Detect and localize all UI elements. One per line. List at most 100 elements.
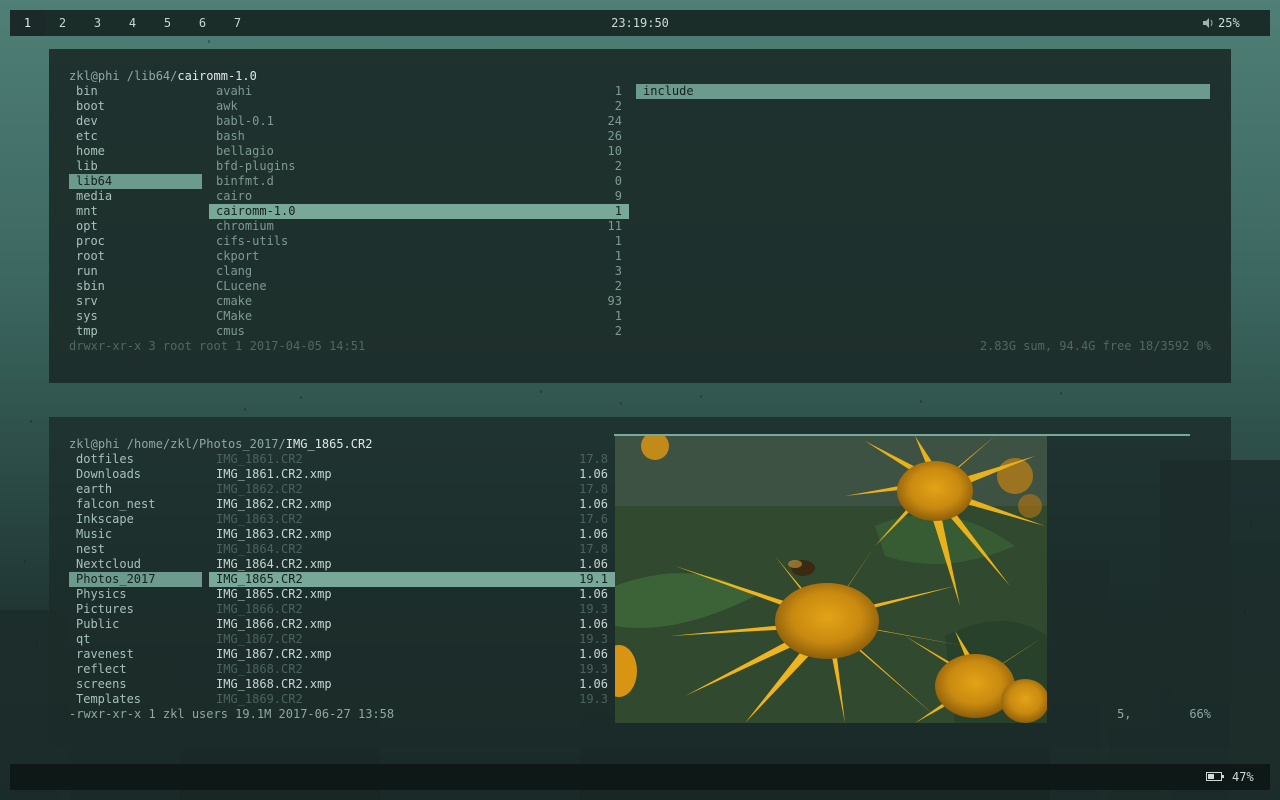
parent-dir-item[interactable]: Photos_2017 bbox=[69, 572, 202, 587]
file-name: IMG_1867.CR2.xmp bbox=[216, 647, 332, 661]
file-list-item[interactable]: CMake 1 bbox=[209, 309, 629, 324]
file-list-item[interactable]: cifs-utils 1 bbox=[209, 234, 629, 249]
file-list-item[interactable]: cmus 2 bbox=[209, 324, 629, 339]
file-list-item[interactable]: bellagio 10 bbox=[209, 144, 629, 159]
file-list-item[interactable]: bash 26 bbox=[209, 129, 629, 144]
file-list-item[interactable]: cairomm-1.0 1 bbox=[209, 204, 629, 219]
file-list-item[interactable]: IMG_1866.CR2.xmp 1.06 bbox=[209, 617, 615, 632]
file-list-item[interactable]: awk 2 bbox=[209, 99, 629, 114]
file-name: cairo bbox=[216, 189, 253, 203]
parent-dir-item[interactable]: nest bbox=[69, 542, 202, 557]
file-list-item[interactable]: cmake 93 bbox=[209, 294, 629, 309]
parent-dir-item[interactable]: dev bbox=[69, 114, 202, 129]
file-size: 10 bbox=[607, 144, 622, 158]
parent-dir-item[interactable]: Templates bbox=[69, 692, 202, 707]
parent-dir-item[interactable]: bin bbox=[69, 84, 202, 99]
parent-dir-item[interactable]: media bbox=[69, 189, 202, 204]
parent-dir-item[interactable]: srv bbox=[69, 294, 202, 309]
file-name: babl-0.1 bbox=[216, 114, 274, 128]
parent-dir-item[interactable]: Physics bbox=[69, 587, 202, 602]
speaker-icon[interactable] bbox=[1203, 18, 1215, 28]
parent-dir-item[interactable]: Public bbox=[69, 617, 202, 632]
preview-item-include[interactable]: include bbox=[636, 84, 1210, 99]
file-list-item[interactable]: CLucene 2 bbox=[209, 279, 629, 294]
parent-dir-item[interactable]: sys bbox=[69, 309, 202, 324]
file-list-item[interactable]: cairo 9 bbox=[209, 189, 629, 204]
file-list-item[interactable]: IMG_1863.CR2.xmp 1.06 bbox=[209, 527, 615, 542]
parent-dir-item[interactable]: lib bbox=[69, 159, 202, 174]
clock: 23:19:50 bbox=[611, 16, 669, 30]
parent-dir-item[interactable]: sbin bbox=[69, 279, 202, 294]
file-size: 1.06 bbox=[579, 587, 608, 601]
parent-dir-item[interactable]: falcon_nest bbox=[69, 497, 202, 512]
file-list-item[interactable]: IMG_1864.CR2.xmp 1.06 bbox=[209, 557, 615, 572]
file-size: 19.3 bbox=[579, 662, 608, 676]
file-list-item[interactable]: IMG_1868.CR2.xmp 1.06 bbox=[209, 677, 615, 692]
file-list-item[interactable]: babl-0.1 24 bbox=[209, 114, 629, 129]
parent-dir-item[interactable]: boot bbox=[69, 99, 202, 114]
path-current: cairomm-1.0 bbox=[177, 69, 257, 83]
parent-dir-item[interactable]: reflect bbox=[69, 662, 202, 677]
parent-dir-item[interactable]: proc bbox=[69, 234, 202, 249]
parent-dir-item[interactable]: earth bbox=[69, 482, 202, 497]
file-size: 1.06 bbox=[579, 467, 608, 481]
parent-dir-item[interactable]: tmp bbox=[69, 324, 202, 339]
file-name: IMG_1864.CR2 bbox=[216, 542, 303, 556]
file-list-item[interactable]: IMG_1867.CR2 19.3 bbox=[209, 632, 615, 647]
path-bar: zkl@phi /lib64/cairomm-1.0 bbox=[69, 69, 257, 84]
file-list-item[interactable]: IMG_1864.CR2 17.8 bbox=[209, 542, 615, 557]
parent-dir-item[interactable]: Downloads bbox=[69, 467, 202, 482]
file-name: IMG_1863.CR2.xmp bbox=[216, 527, 332, 541]
file-list-item[interactable]: IMG_1865.CR2.xmp 1.06 bbox=[209, 587, 615, 602]
file-size: 1.06 bbox=[579, 677, 608, 691]
file-name: IMG_1866.CR2 bbox=[216, 602, 303, 616]
file-list-item[interactable]: ckport 1 bbox=[209, 249, 629, 264]
parent-dir-item[interactable]: ravenest bbox=[69, 647, 202, 662]
file-list-item[interactable]: clang 3 bbox=[209, 264, 629, 279]
file-name: IMG_1861.CR2 bbox=[216, 452, 303, 466]
file-size: 9 bbox=[614, 189, 622, 203]
file-manager-pane-top: zkl@phi /lib64/cairomm-1.0 bin boot dev etc… bbox=[49, 49, 1231, 383]
parent-dir-item[interactable]: qt bbox=[69, 632, 202, 647]
file-list-item[interactable]: IMG_1865.CR2 19.1 bbox=[209, 572, 615, 587]
parent-dir-item[interactable]: opt bbox=[69, 219, 202, 234]
parent-dir-item[interactable]: lib64 bbox=[69, 174, 202, 189]
file-list-item[interactable]: IMG_1868.CR2 19.3 bbox=[209, 662, 615, 677]
status-percent: 66% bbox=[1189, 707, 1211, 721]
parent-dir-item[interactable]: root bbox=[69, 249, 202, 264]
parent-dir-item[interactable]: Pictures bbox=[69, 602, 202, 617]
file-name: IMG_1869.CR2 bbox=[216, 692, 303, 706]
parent-dir-item[interactable]: Music bbox=[69, 527, 202, 542]
parent-dir-item[interactable]: etc bbox=[69, 129, 202, 144]
parent-dir-item[interactable]: run bbox=[69, 264, 202, 279]
file-size: 93 bbox=[607, 294, 622, 308]
file-list-item[interactable]: IMG_1862.CR2 17.8 bbox=[209, 482, 615, 497]
file-list-item[interactable]: binfmt.d 0 bbox=[209, 174, 629, 189]
file-size: 11 bbox=[607, 219, 622, 233]
file-list-item[interactable]: avahi 1 bbox=[209, 84, 629, 99]
parent-dir-item[interactable]: screens bbox=[69, 677, 202, 692]
file-list-item[interactable]: IMG_1869.CR2 19.3 bbox=[209, 692, 615, 707]
file-list-item[interactable]: IMG_1861.CR2 17.8 bbox=[209, 452, 615, 467]
file-size: 19.1 bbox=[579, 572, 608, 586]
parent-dir-item[interactable]: Nextcloud bbox=[69, 557, 202, 572]
disk-usage-status: 2.83G sum, 94.4G free 18/3592 0% bbox=[979, 339, 1211, 353]
file-name: IMG_1862.CR2 bbox=[216, 482, 303, 496]
file-list-item[interactable]: IMG_1863.CR2 17.6 bbox=[209, 512, 615, 527]
file-list-item[interactable]: chromium 11 bbox=[209, 219, 629, 234]
parent-dir-item[interactable]: dotfiles bbox=[69, 452, 202, 467]
file-list-item[interactable]: IMG_1862.CR2.xmp 1.06 bbox=[209, 497, 615, 512]
file-name: IMG_1868.CR2 bbox=[216, 662, 303, 676]
parent-dir-item[interactable]: mnt bbox=[69, 204, 202, 219]
parent-dir-item[interactable]: home bbox=[69, 144, 202, 159]
file-size: 1.06 bbox=[579, 497, 608, 511]
path-bar: zkl@phi /home/zkl/Photos_2017/IMG_1865.C… bbox=[69, 437, 372, 452]
file-list-item[interactable]: IMG_1861.CR2.xmp 1.06 bbox=[209, 467, 615, 482]
file-list-item[interactable]: IMG_1866.CR2 19.3 bbox=[209, 602, 615, 617]
file-name: IMG_1868.CR2.xmp bbox=[216, 677, 332, 691]
volume-level: 25% bbox=[1218, 16, 1240, 30]
file-list-item[interactable]: bfd-plugins 2 bbox=[209, 159, 629, 174]
file-name: cairomm-1.0 bbox=[216, 204, 296, 218]
file-list-item[interactable]: IMG_1867.CR2.xmp 1.06 bbox=[209, 647, 615, 662]
parent-dir-item[interactable]: Inkscape bbox=[69, 512, 202, 527]
